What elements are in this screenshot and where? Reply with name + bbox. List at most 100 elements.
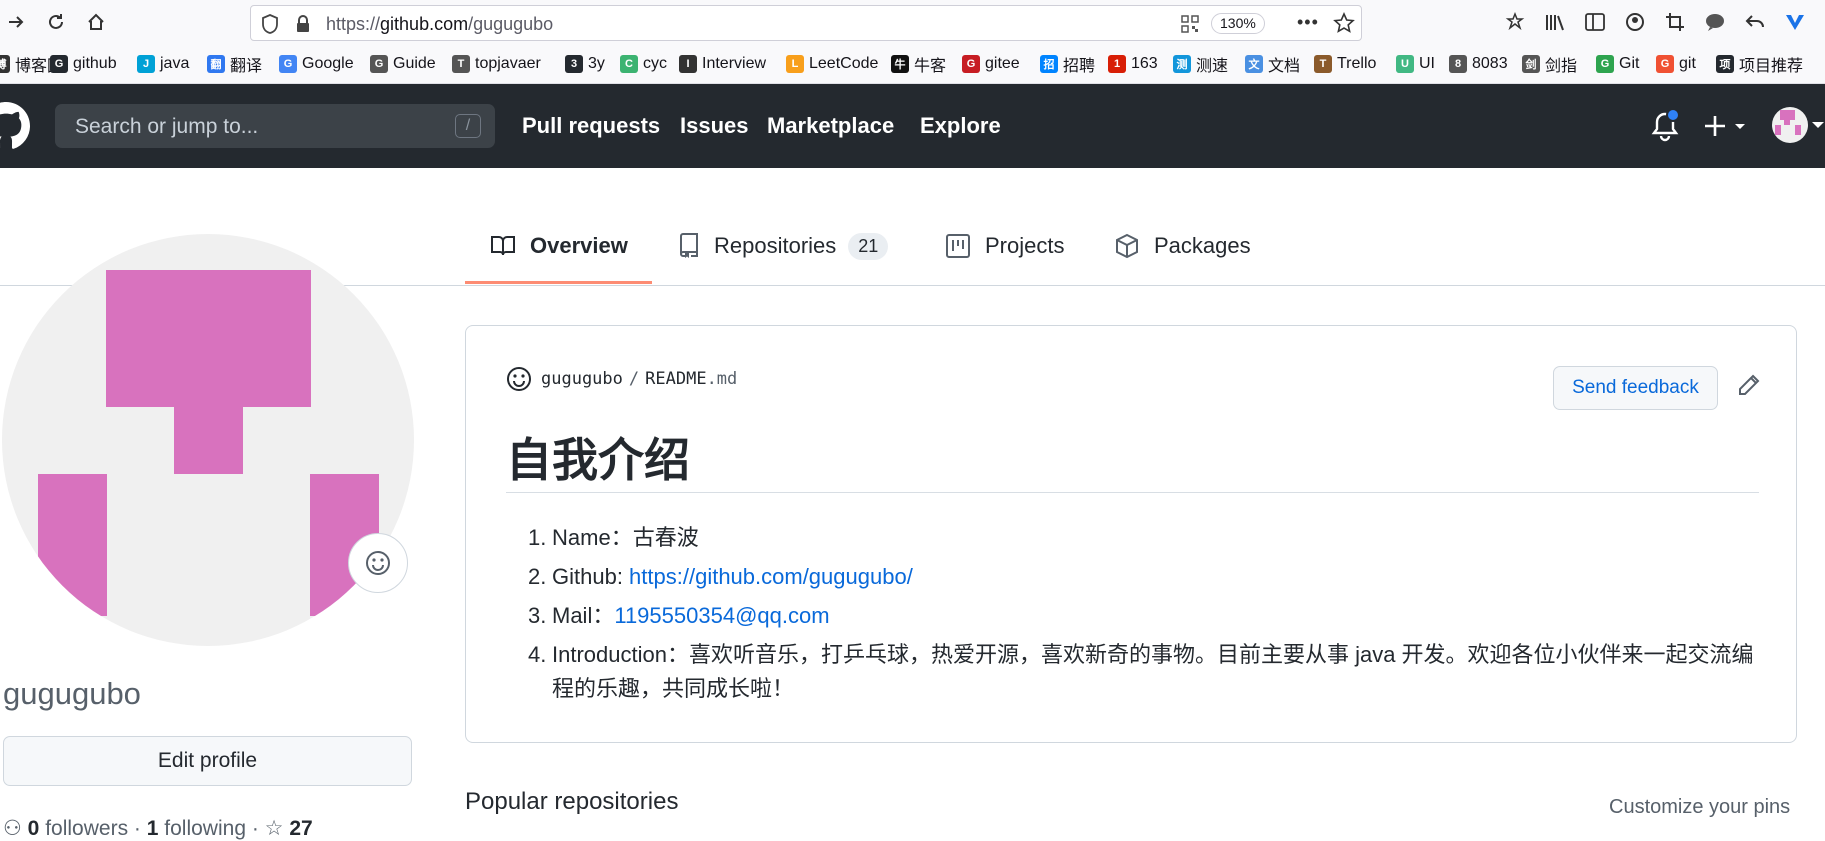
edit-pencil-icon[interactable] [1734, 370, 1764, 400]
chevron-down-icon[interactable] [1812, 122, 1824, 128]
readme-file-name[interactable]: README [645, 369, 706, 389]
reader-icon[interactable] [1503, 10, 1527, 34]
search-input[interactable]: Search or jump to... / [55, 104, 495, 148]
bookmark-item[interactable]: L LeetCode [786, 53, 878, 75]
bookmark-item[interactable]: Ggithub [50, 53, 117, 75]
bookmark-label: Trello [1337, 55, 1377, 72]
bookmark-item[interactable]: 1 163 [1108, 53, 1158, 75]
list-item: 1. Name：古春波 [528, 525, 699, 550]
send-feedback-button[interactable]: Send feedback [1553, 366, 1718, 410]
stars-count[interactable]: 27 [289, 817, 312, 840]
github-logo-icon[interactable] [0, 102, 30, 155]
profile-username: gugugubo [3, 676, 141, 711]
lock-icon[interactable] [295, 15, 311, 38]
bookmark-item[interactable]: G Google [279, 53, 354, 75]
globe-icon: G [370, 55, 388, 73]
bookmark-label: 招聘 [1063, 58, 1096, 75]
bookmark-item[interactable]: Jjava [137, 53, 189, 75]
bookmark-item[interactable]: 8 8083 [1449, 53, 1508, 75]
tab-packages[interactable]: Packages [1114, 230, 1251, 262]
bilibili-icon: J [137, 55, 155, 73]
bookmark-label: 翻译 [230, 58, 263, 75]
cyc-icon: C [620, 55, 638, 73]
bookmark-item[interactable]: Ttopjavaer [452, 53, 541, 75]
library-icon[interactable] [1543, 10, 1567, 34]
github-profile-link[interactable]: https://github.com/gugugubo/ [629, 564, 913, 589]
bookmark-item[interactable]: 项项目推荐 [1716, 53, 1803, 75]
gitee-icon: G [962, 55, 980, 73]
bookmark-label: Guide [393, 55, 436, 72]
zoom-level[interactable]: 130% [1211, 13, 1265, 34]
bookmarks-bar: 博博客园GgithubJjava翻翻译GGoogleGGuideTtopjava… [0, 44, 1825, 84]
bookmark-star-icon[interactable] [1333, 12, 1355, 39]
translate-icon: 翻 [207, 55, 225, 73]
bookmark-item[interactable]: Ggitee [962, 53, 1020, 75]
bookmark-item[interactable]: U UI [1396, 53, 1435, 75]
bookmark-item[interactable]: G Git [1596, 53, 1639, 75]
doc-icon: 文 [1245, 55, 1263, 73]
repositories-count-badge: 21 [848, 232, 889, 260]
qr-code-icon[interactable] [1181, 15, 1199, 38]
bookmark-item[interactable]: T Trello [1314, 53, 1376, 75]
followers-label[interactable]: followers [45, 817, 128, 840]
readme-file-ext[interactable]: .md [707, 369, 738, 389]
set-status-button[interactable] [348, 533, 408, 593]
user-avatar[interactable] [1772, 107, 1808, 143]
tab-overview[interactable]: Overview [490, 230, 628, 262]
readme-owner-link[interactable]: gugugubo [541, 369, 623, 389]
tab-overview-label: Overview [530, 233, 628, 258]
speed-icon: 测 [1173, 55, 1191, 73]
google-icon: G [279, 55, 297, 73]
list-item: 4. Introduction：喜欢听音乐，打乒乓球，热爱开源，喜欢新奇的事物。… [528, 642, 1754, 701]
bookmark-item[interactable]: 测测速 [1173, 53, 1228, 75]
bookmark-item[interactable]: 文文档 [1245, 53, 1300, 75]
active-tab-indicator [465, 281, 652, 284]
shield-icon[interactable] [261, 14, 279, 39]
following-label[interactable]: following [164, 817, 246, 840]
profile-avatar[interactable] [2, 234, 414, 646]
bookmark-item[interactable]: I Interview [679, 53, 766, 75]
email-link[interactable]: 1195550354@qq.com [614, 603, 829, 628]
account-icon[interactable] [1623, 10, 1647, 34]
nav-issues[interactable]: Issues [680, 113, 749, 139]
page-actions-icon[interactable]: ••• [1297, 12, 1319, 33]
bookmark-item[interactable]: Ggit [1656, 53, 1696, 75]
crop-icon[interactable] [1663, 10, 1687, 34]
nav-explore[interactable]: Explore [920, 113, 1001, 139]
bookmark-item[interactable]: G Guide [370, 53, 436, 75]
home-icon[interactable] [82, 8, 110, 36]
bookmark-item[interactable]: 3 3y [565, 53, 605, 75]
forward-icon[interactable] [2, 8, 30, 36]
url-text[interactable]: https://github.com/gugugubo [326, 14, 553, 35]
follow-stats: ⚇ 0 followers · 1 following · ☆ 27 [3, 817, 313, 840]
tab-packages-label: Packages [1154, 233, 1251, 258]
sidebar-icon[interactable] [1583, 10, 1607, 34]
tab-repositories[interactable]: Repositories 21 [678, 230, 889, 262]
nav-pull-requests[interactable]: Pull requests [522, 113, 660, 139]
bookmark-label: Git [1619, 55, 1640, 72]
followers-count[interactable]: 0 [28, 817, 40, 840]
notification-bell-icon[interactable] [1650, 108, 1680, 147]
path-separator: / [628, 369, 640, 389]
create-new-plus-icon[interactable] [1703, 114, 1749, 143]
smiley-icon [507, 367, 531, 391]
following-count[interactable]: 1 [147, 817, 159, 840]
chat-icon[interactable] [1703, 10, 1727, 34]
customize-pins-link[interactable]: Customize your pins [1609, 796, 1790, 819]
address-bar[interactable]: https://github.com/gugugubo 130% ••• [250, 5, 1362, 41]
bookmark-item[interactable]: Ccyc [620, 53, 667, 75]
extension-v-icon[interactable] [1783, 10, 1807, 34]
undo-icon[interactable] [1743, 10, 1767, 34]
bookmark-item[interactable]: 招招聘 [1040, 53, 1095, 75]
bookmark-item[interactable]: 牛牛客 [891, 53, 946, 75]
tab-projects[interactable]: Projects [945, 230, 1064, 262]
reload-icon[interactable] [42, 8, 70, 36]
bookmark-label: 3y [588, 55, 605, 72]
nav-marketplace[interactable]: Marketplace [767, 113, 894, 139]
edit-profile-button[interactable]: Edit profile [3, 736, 412, 786]
readme-title: 自我介绍 [506, 434, 690, 486]
netease-icon: 1 [1108, 55, 1126, 73]
bookmark-item[interactable]: 剑剑指 [1522, 53, 1577, 75]
list-item: 2. Github: https://github.com/gugugubo/ [528, 564, 913, 589]
bookmark-item[interactable]: 翻翻译 [207, 53, 262, 75]
